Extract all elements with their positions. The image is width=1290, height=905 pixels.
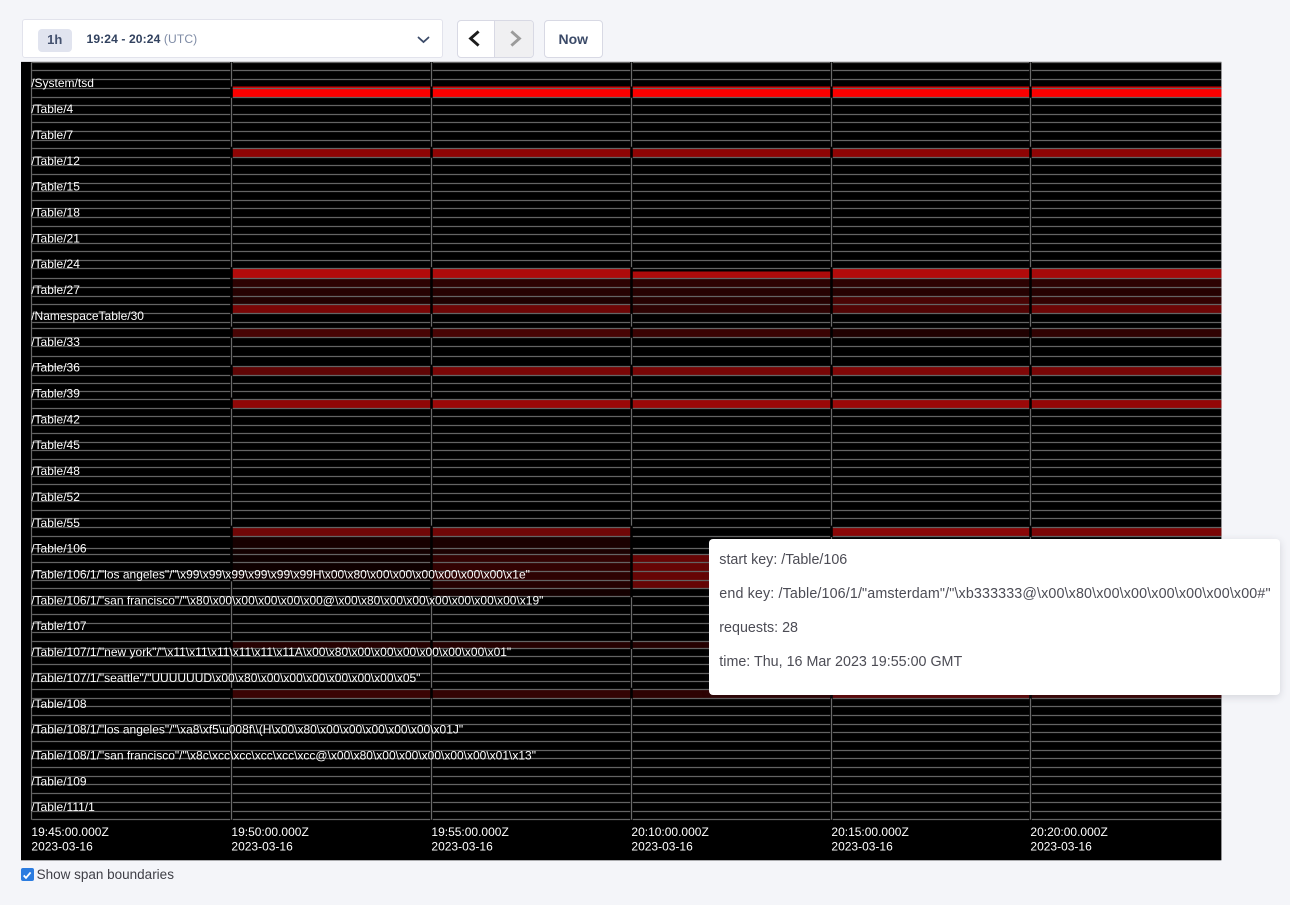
svg-text:2023-03-16: 2023-03-16 (431, 840, 493, 854)
svg-text:/Table/52: /Table/52 (31, 490, 80, 504)
svg-text:19:50:00.000Z: 19:50:00.000Z (231, 825, 308, 839)
svg-text:/Table/111/1: /Table/111/1 (31, 800, 95, 814)
svg-text:/Table/108: /Table/108 (31, 697, 87, 711)
svg-text:/Table/24: /Table/24 (31, 257, 80, 271)
svg-text:/Table/45: /Table/45 (31, 438, 80, 452)
svg-text:/Table/107/1/"seattle"/"UUUUUU: /Table/107/1/"seattle"/"UUUUUUD\x00\x80\… (31, 671, 420, 685)
svg-text:2023-03-16: 2023-03-16 (1030, 840, 1092, 854)
svg-text:2023-03-16: 2023-03-16 (231, 840, 293, 854)
svg-text:2023-03-16: 2023-03-16 (831, 840, 893, 854)
svg-text:/Table/109: /Table/109 (31, 774, 87, 788)
svg-text:/Table/18: /Table/18 (31, 206, 80, 220)
svg-text:20:15:00.000Z: 20:15:00.000Z (831, 825, 908, 839)
svg-text:/Table/107/1/"new york"/"\x11\: /Table/107/1/"new york"/"\x11\x11\x11\x1… (31, 645, 511, 659)
svg-text:/Table/27: /Table/27 (31, 283, 80, 297)
svg-text:/Table/107: /Table/107 (31, 619, 87, 633)
svg-text:/Table/4: /Table/4 (31, 102, 73, 116)
svg-text:/Table/108/1/"san francisco"/": /Table/108/1/"san francisco"/"\x8c\xcc\x… (31, 749, 536, 763)
svg-text:/Table/33: /Table/33 (31, 335, 80, 349)
svg-text:/Table/12: /Table/12 (31, 154, 80, 168)
svg-text:19:45:00.000Z: 19:45:00.000Z (31, 825, 108, 839)
svg-text:/Table/106/1/"los angeles"/"\x: /Table/106/1/"los angeles"/"\x99\x99\x99… (31, 568, 530, 582)
svg-text:/Table/55: /Table/55 (31, 516, 80, 530)
svg-text:/Table/106/1/"san francisco"/": /Table/106/1/"san francisco"/"\x80\x00\x… (31, 593, 543, 607)
svg-text:20:20:00.000Z: 20:20:00.000Z (1030, 825, 1107, 839)
svg-text:/Table/21: /Table/21 (31, 231, 80, 245)
svg-text:/Table/108/1/"los angeles"/"\x: /Table/108/1/"los angeles"/"\xa8\xf5\u00… (31, 723, 463, 737)
svg-text:19:55:00.000Z: 19:55:00.000Z (431, 825, 508, 839)
svg-text:/Table/48: /Table/48 (31, 464, 80, 478)
svg-text:/NamespaceTable/30: /NamespaceTable/30 (31, 309, 144, 323)
svg-text:/System/tsd: /System/tsd (31, 76, 94, 90)
svg-text:2023-03-16: 2023-03-16 (31, 840, 93, 854)
svg-text:/Table/7: /Table/7 (31, 128, 73, 142)
svg-text:/Table/36: /Table/36 (31, 361, 80, 375)
svg-text:/Table/15: /Table/15 (31, 180, 80, 194)
svg-text:/Table/106: /Table/106 (31, 542, 87, 556)
svg-text:20:10:00.000Z: 20:10:00.000Z (631, 825, 708, 839)
svg-text:2023-03-16: 2023-03-16 (631, 840, 693, 854)
svg-text:/Table/39: /Table/39 (31, 387, 80, 401)
svg-text:/Table/42: /Table/42 (31, 412, 80, 426)
